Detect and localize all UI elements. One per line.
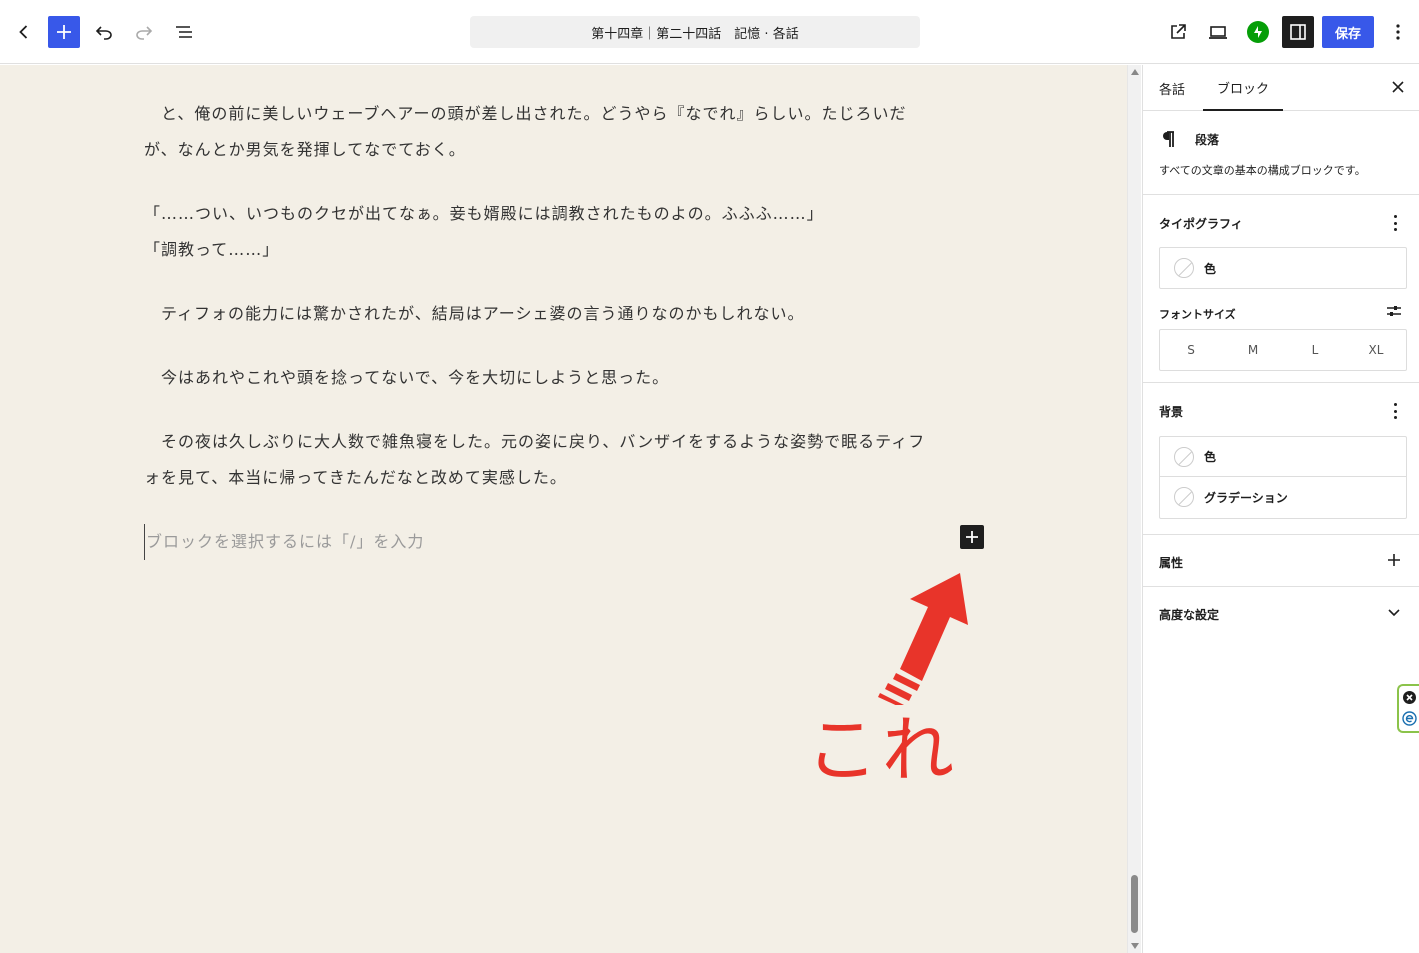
- paragraph-block[interactable]: 今はあれやこれや頭を捻ってないで、今を大切にしようと思った。: [144, 360, 984, 396]
- list-view-icon: [176, 26, 192, 38]
- more-vertical-icon: [1396, 24, 1400, 40]
- paragraph-block[interactable]: その夜は久しぶりに大人数で雑魚寝をした。元の姿に戻り、バンザイをするような姿勢で…: [144, 424, 984, 496]
- block-description: すべての文章の基本の構成ブロックです。: [1159, 164, 1366, 177]
- text-color-control[interactable]: 色: [1159, 247, 1407, 289]
- settings-sidebar-toggle[interactable]: [1282, 16, 1314, 48]
- empty-block-placeholder[interactable]: ブロックを選択するには「/」を入力: [144, 524, 424, 560]
- font-size-l[interactable]: L: [1284, 330, 1346, 370]
- block-inserter-button[interactable]: [48, 16, 80, 48]
- advanced-title: 高度な設定: [1159, 608, 1220, 622]
- attributes-panel[interactable]: 属性: [1143, 536, 1419, 587]
- typography-options-icon[interactable]: [1391, 215, 1399, 231]
- external-link-icon: [1171, 24, 1186, 39]
- advanced-panel[interactable]: 高度な設定: [1143, 588, 1419, 640]
- font-size-picker: S M L XL: [1159, 329, 1407, 371]
- plus-icon: [57, 25, 71, 39]
- background-controls: 色 グラデーション: [1159, 436, 1407, 519]
- close-sidebar-button[interactable]: [1388, 77, 1408, 97]
- editor-canvas[interactable]: と、俺の前に美しいウェーブヘアーの頭が差し出された。どうやら『なでれ』らしい。た…: [0, 65, 1127, 953]
- typography-panel: タイポグラフィ 色 フォントサイズ S M L XL: [1143, 196, 1419, 383]
- laptop-icon: [1209, 26, 1227, 39]
- annotation-arrow-icon: [878, 573, 968, 705]
- extension-logo-icon: [1402, 711, 1417, 726]
- custom-size-icon[interactable]: [1386, 304, 1402, 318]
- plus-icon[interactable]: [1387, 553, 1401, 567]
- color-swatch-icon: [1174, 446, 1194, 467]
- options-menu-button[interactable]: [1382, 16, 1414, 48]
- back-button[interactable]: [8, 16, 40, 48]
- paragraph-block[interactable]: ティフォの能力には驚かされたが、結局はアーシェ婆の言う通りなのかもしれない。: [144, 296, 984, 332]
- scroll-down-arrow-icon[interactable]: [1131, 943, 1139, 949]
- font-size-xl[interactable]: XL: [1346, 330, 1406, 370]
- device-preview-button[interactable]: [1202, 16, 1234, 48]
- view-post-button[interactable]: [1162, 16, 1194, 48]
- tab-block[interactable]: ブロック: [1203, 65, 1284, 111]
- color-swatch-icon: [1174, 258, 1194, 278]
- gradient-control[interactable]: グラデーション: [1160, 477, 1406, 517]
- document-title-bar[interactable]: 第十四章｜第二十四話 記憶 · 各話: [470, 16, 920, 48]
- annotation-label: これ: [806, 708, 959, 792]
- browser-extension-badge[interactable]: [1397, 684, 1419, 733]
- save-button[interactable]: 保存: [1322, 16, 1374, 48]
- font-size-s[interactable]: S: [1160, 330, 1222, 370]
- paragraph-block[interactable]: と、俺の前に美しいウェーブヘアーの頭が差し出された。どうやら『なでれ』らしい。た…: [144, 96, 984, 168]
- font-size-m[interactable]: M: [1222, 330, 1284, 370]
- sidebar-tabs: 各話 ブロック: [1143, 65, 1419, 111]
- document-title: 第十四章｜第二十四話 記憶 · 各話: [591, 26, 799, 42]
- undo-button[interactable]: [88, 16, 120, 48]
- document-overview-button[interactable]: [168, 16, 200, 48]
- block-name: 段落: [1195, 133, 1220, 147]
- close-circle-icon[interactable]: [1402, 690, 1417, 705]
- jetpack-button[interactable]: [1247, 21, 1269, 43]
- typography-title: タイポグラフィ: [1159, 217, 1243, 231]
- background-options-icon[interactable]: [1391, 403, 1399, 419]
- settings-sidebar: 各話 ブロック 段落 すべての文章の基本の構成ブロックです。 タイポグラフィ 色…: [1142, 65, 1419, 953]
- canvas-scrollbar[interactable]: [1127, 65, 1141, 953]
- close-icon: [1392, 81, 1404, 93]
- scroll-up-arrow-icon[interactable]: [1131, 69, 1139, 75]
- chevron-left-icon: [19, 25, 28, 39]
- editor-top-bar: 第十四章｜第二十四話 記憶 · 各話 保存: [0, 0, 1419, 64]
- tab-post[interactable]: 各話: [1159, 65, 1185, 111]
- gradient-swatch-icon: [1174, 487, 1194, 507]
- inline-add-block-button[interactable]: [960, 525, 984, 549]
- undo-icon: [95, 26, 112, 40]
- scrollbar-thumb[interactable]: [1131, 875, 1138, 933]
- jetpack-icon: [1254, 26, 1262, 38]
- background-color-control[interactable]: 色: [1160, 437, 1406, 477]
- chevron-down-icon[interactable]: [1387, 608, 1401, 618]
- paragraph-block[interactable]: 「……つい、いつものクセが出てなぁ。妾も婿殿には調教されたものよの。ふふふ……」…: [144, 196, 984, 268]
- sidebar-icon: [1290, 24, 1306, 40]
- block-card: 段落 すべての文章の基本の構成ブロックです。: [1143, 112, 1419, 195]
- background-panel: 背景 色 グラデーション: [1143, 384, 1419, 535]
- attributes-title: 属性: [1159, 556, 1184, 570]
- paragraph-icon: [1163, 131, 1174, 147]
- font-size-label: フォントサイズ: [1159, 308, 1236, 321]
- redo-button[interactable]: [128, 16, 160, 48]
- background-title: 背景: [1159, 405, 1184, 419]
- redo-icon: [136, 26, 153, 40]
- plus-icon: [966, 531, 978, 543]
